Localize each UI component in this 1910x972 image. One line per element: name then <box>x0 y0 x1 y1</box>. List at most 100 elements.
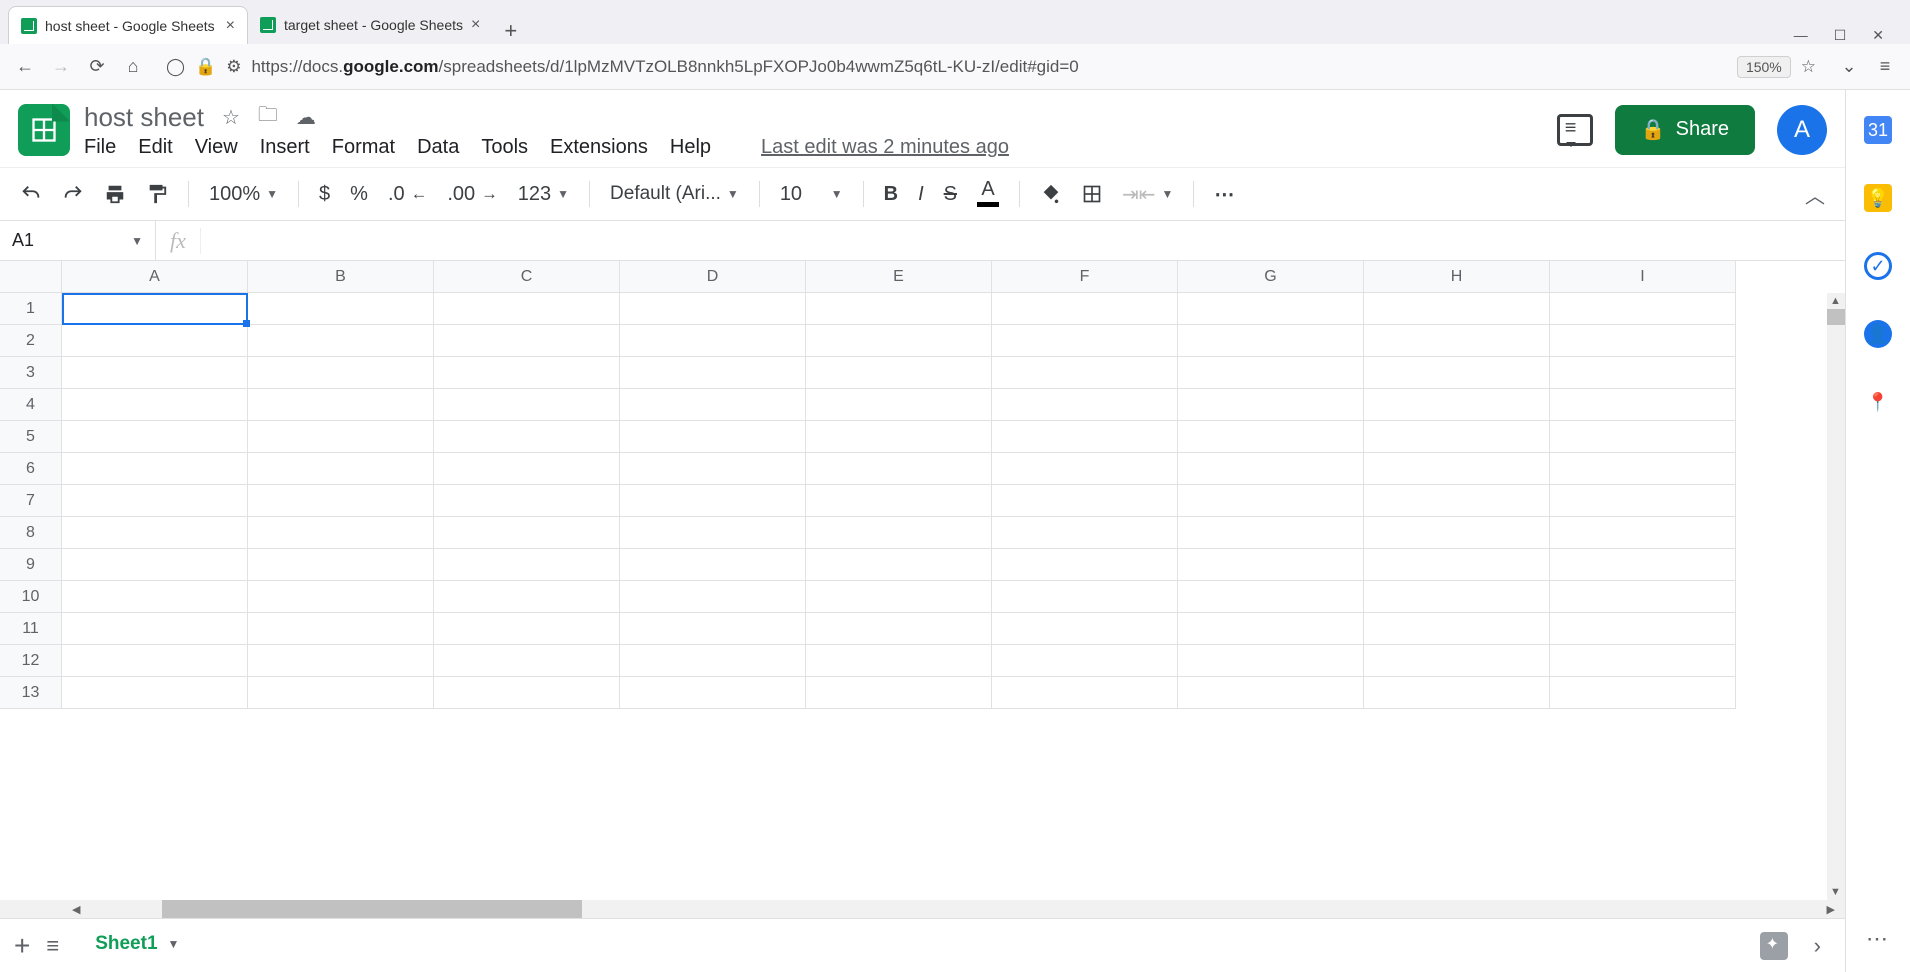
cell[interactable] <box>1364 549 1550 581</box>
cell[interactable] <box>806 645 992 677</box>
permissions-icon[interactable]: ⚙ <box>226 57 241 77</box>
cell[interactable] <box>620 421 806 453</box>
sheet-tab-menu-icon[interactable]: ▼ <box>168 937 180 951</box>
cell[interactable] <box>1178 613 1364 645</box>
cell[interactable] <box>992 421 1178 453</box>
cell[interactable] <box>620 613 806 645</box>
menu-data[interactable]: Data <box>417 136 459 159</box>
cell[interactable] <box>62 645 248 677</box>
row-header[interactable]: 1 <box>0 293 62 325</box>
cell[interactable] <box>1364 421 1550 453</box>
column-header[interactable]: D <box>620 261 806 293</box>
cell[interactable] <box>1550 357 1736 389</box>
maps-icon[interactable]: 📍 <box>1864 388 1892 416</box>
cell[interactable] <box>434 389 620 421</box>
zoom-badge[interactable]: 150% <box>1737 56 1791 78</box>
last-edit-link[interactable]: Last edit was 2 minutes ago <box>761 136 1009 159</box>
row-header[interactable]: 9 <box>0 549 62 581</box>
star-icon[interactable]: ☆ <box>222 105 240 130</box>
maximize-icon[interactable]: ☐ <box>1834 27 1847 44</box>
column-header[interactable]: I <box>1550 261 1736 293</box>
cell[interactable] <box>62 453 248 485</box>
cell[interactable] <box>1550 325 1736 357</box>
undo-button[interactable] <box>14 179 48 209</box>
redo-button[interactable] <box>56 179 90 209</box>
cell[interactable] <box>1550 517 1736 549</box>
italic-button[interactable]: I <box>912 179 930 210</box>
cell[interactable] <box>806 485 992 517</box>
row-header[interactable]: 3 <box>0 357 62 389</box>
cell[interactable] <box>992 645 1178 677</box>
cell[interactable] <box>62 677 248 709</box>
cell[interactable] <box>620 677 806 709</box>
cell[interactable] <box>1550 453 1736 485</box>
column-header[interactable]: G <box>1178 261 1364 293</box>
row-header[interactable]: 7 <box>0 485 62 517</box>
cell[interactable] <box>434 325 620 357</box>
document-title[interactable]: host sheet <box>84 102 204 133</box>
row-header[interactable]: 5 <box>0 421 62 453</box>
browser-tab-active[interactable]: host sheet - Google Sheets × <box>8 6 248 44</box>
paint-format-button[interactable] <box>140 179 174 209</box>
reload-button[interactable]: ⟳ <box>86 56 108 77</box>
menu-tools[interactable]: Tools <box>481 136 528 159</box>
decrease-decimal-button[interactable]: .0← <box>382 179 433 210</box>
cell[interactable] <box>1364 453 1550 485</box>
cell[interactable] <box>1178 517 1364 549</box>
text-color-button[interactable]: A <box>971 178 1005 211</box>
cell[interactable] <box>1550 421 1736 453</box>
cell[interactable] <box>248 645 434 677</box>
cell[interactable] <box>1178 549 1364 581</box>
cell[interactable] <box>248 517 434 549</box>
cell[interactable] <box>62 389 248 421</box>
collapse-toolbar-button[interactable]: ︿ <box>1799 176 1831 213</box>
cell[interactable] <box>1364 485 1550 517</box>
cell[interactable] <box>248 485 434 517</box>
close-tab-icon[interactable]: × <box>226 17 235 35</box>
cell[interactable] <box>1178 293 1364 325</box>
cell[interactable] <box>1178 421 1364 453</box>
column-header[interactable]: C <box>434 261 620 293</box>
increase-decimal-button[interactable]: .00→ <box>441 179 503 210</box>
cell[interactable] <box>1550 293 1736 325</box>
forward-button[interactable]: → <box>50 56 72 77</box>
column-header[interactable]: F <box>992 261 1178 293</box>
bold-button[interactable]: B <box>878 179 904 210</box>
cell[interactable] <box>1550 485 1736 517</box>
cell[interactable] <box>1178 581 1364 613</box>
fill-color-button[interactable] <box>1034 179 1068 209</box>
row-header[interactable]: 6 <box>0 453 62 485</box>
cell[interactable] <box>62 325 248 357</box>
pocket-icon[interactable]: ⌄ <box>1838 56 1860 77</box>
row-header[interactable]: 10 <box>0 581 62 613</box>
side-panel-more-icon[interactable]: ⋯ <box>1866 926 1890 952</box>
share-button[interactable]: 🔒 Share <box>1615 105 1755 155</box>
explore-button[interactable] <box>1760 932 1788 960</box>
sheets-logo[interactable] <box>18 104 70 156</box>
keep-icon[interactable]: 💡 <box>1864 184 1892 212</box>
row-header[interactable]: 2 <box>0 325 62 357</box>
horizontal-scrollbar[interactable]: ◀ ▶ <box>0 900 1845 918</box>
sheet-tab-active[interactable]: Sheet1 ▼ <box>75 919 199 972</box>
cell[interactable] <box>992 485 1178 517</box>
cell[interactable] <box>434 293 620 325</box>
cell[interactable] <box>992 517 1178 549</box>
cell[interactable] <box>806 357 992 389</box>
cell[interactable] <box>434 517 620 549</box>
currency-button[interactable]: $ <box>313 179 336 210</box>
move-icon[interactable]: 🗀 <box>258 100 278 134</box>
cell[interactable] <box>62 293 248 325</box>
zoom-dropdown[interactable]: 100%▼ <box>203 179 284 210</box>
cell[interactable] <box>1364 613 1550 645</box>
browser-tab[interactable]: target sheet - Google Sheets × <box>248 6 492 44</box>
spreadsheet-grid[interactable]: ABCDEFGHI12345678910111213 ▲ ▼ <box>0 261 1845 900</box>
menu-view[interactable]: View <box>195 136 238 159</box>
cell[interactable] <box>1550 581 1736 613</box>
cell[interactable] <box>1364 517 1550 549</box>
cell[interactable] <box>62 613 248 645</box>
cell[interactable] <box>992 389 1178 421</box>
cell[interactable] <box>620 485 806 517</box>
cell[interactable] <box>62 517 248 549</box>
cell[interactable] <box>620 517 806 549</box>
print-button[interactable] <box>98 179 132 209</box>
